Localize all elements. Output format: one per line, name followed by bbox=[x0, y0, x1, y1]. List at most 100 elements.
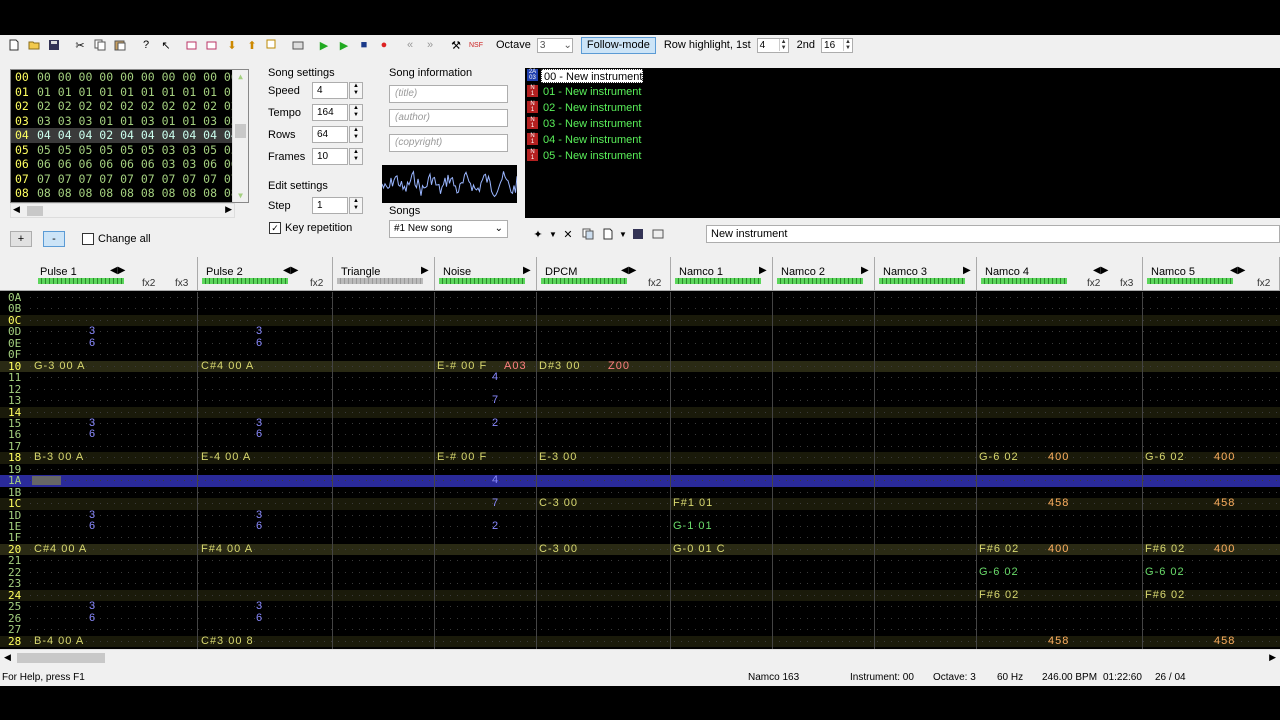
about-icon[interactable]: ? bbox=[136, 36, 156, 54]
pattern-cell[interactable]: B-4 00 A bbox=[34, 635, 84, 647]
pattern-row[interactable]: 19 bbox=[0, 463, 1280, 475]
checkbox-box[interactable] bbox=[82, 233, 94, 245]
row-highlight-1st-spinner[interactable]: 4 ▲ ▼ bbox=[756, 37, 789, 53]
pattern-cell[interactable]: F#6 02 bbox=[1145, 589, 1185, 601]
pattern-cell[interactable]: 2 bbox=[492, 417, 499, 429]
tempo-spin-arrows-icon[interactable]: ▲ ▼ bbox=[349, 104, 363, 121]
pattern-row[interactable]: 16 bbox=[0, 429, 1280, 441]
channel-dpcm[interactable]: DPCM ◀▶ fx2 bbox=[537, 257, 671, 291]
pattern-cell[interactable]: 6 bbox=[256, 520, 263, 532]
pattern-cell[interactable]: 4 bbox=[492, 371, 499, 383]
pattern-cell[interactable]: A03 bbox=[504, 360, 527, 372]
scroll-left-icon[interactable]: ◀ bbox=[13, 204, 20, 215]
scroll-left-icon[interactable]: ◀ bbox=[4, 652, 11, 663]
pattern-cell[interactable]: 458 bbox=[1048, 497, 1069, 509]
pattern-cell[interactable]: E-# 00 F bbox=[437, 451, 487, 463]
remove-instrument-icon[interactable]: ✕ bbox=[558, 225, 578, 243]
channel-expand-icon[interactable]: ▶ bbox=[759, 265, 767, 276]
stop-icon[interactable]: ■ bbox=[354, 36, 374, 54]
step-spin-arrows-icon[interactable]: ▲ ▼ bbox=[349, 197, 363, 214]
instrument-item[interactable]: 01 - New instrument bbox=[541, 85, 641, 99]
frame-row[interactable]: 08 08 08 08 08 08 08 08 08 08 08 bbox=[11, 186, 248, 201]
pattern-cell[interactable]: Z00 bbox=[608, 360, 630, 372]
pattern-row[interactable]: 28 bbox=[0, 635, 1280, 647]
channel-expand-icon[interactable]: ◀▶ bbox=[621, 265, 636, 276]
pattern-row[interactable]: 1A bbox=[0, 475, 1280, 487]
song-select[interactable]: #1 New song ⌄ bbox=[389, 220, 508, 238]
instrument-item[interactable]: 00 - New instrument bbox=[541, 69, 644, 83]
pattern-cell[interactable]: 6 bbox=[89, 337, 96, 349]
instrument-item[interactable]: 04 - New instrument bbox=[541, 133, 641, 147]
frame-row[interactable]: 01 01 01 01 01 01 01 01 01 01 01 bbox=[11, 85, 248, 100]
channel-namco-3[interactable]: Namco 3 ▶ bbox=[875, 257, 977, 291]
pattern-horizontal-scrollbar[interactable]: ◀ ▶ bbox=[0, 649, 1280, 666]
speed-input[interactable]: 4 bbox=[312, 82, 348, 99]
pattern-cell[interactable]: 3 bbox=[89, 600, 96, 612]
pattern-row[interactable]: 23 bbox=[0, 578, 1280, 590]
channel-namco-5[interactable]: Namco 5 ◀▶ fx2 bbox=[1143, 257, 1280, 291]
key-repetition-checkbox[interactable]: ✓ Key repetition bbox=[269, 222, 352, 234]
pattern-row[interactable]: 27 bbox=[0, 624, 1280, 636]
scroll-down-icon[interactable]: ▼ bbox=[233, 191, 248, 200]
frame-list-vertical-scrollbar[interactable]: ▲ ▼ bbox=[232, 70, 248, 202]
pattern-cell[interactable]: 7 bbox=[492, 497, 499, 509]
open-file-icon[interactable] bbox=[24, 36, 44, 54]
pattern-cell[interactable]: C-3 00 bbox=[539, 497, 578, 509]
pattern-row[interactable]: 1E bbox=[0, 521, 1280, 532]
speed-spin-arrows-icon[interactable]: ▲ ▼ bbox=[349, 82, 363, 99]
pattern-cell[interactable]: C#4 00 A bbox=[34, 543, 87, 555]
pattern-row[interactable]: 20 bbox=[0, 543, 1280, 555]
channel-expand-icon[interactable]: ▶ bbox=[963, 265, 971, 276]
channel-expand-icon[interactable]: ▶ bbox=[523, 265, 531, 276]
checkmark-icon[interactable]: ✓ bbox=[269, 222, 281, 234]
scroll-thumb[interactable] bbox=[27, 206, 43, 216]
pattern-cell[interactable]: 6 bbox=[89, 428, 96, 440]
pattern-cell[interactable]: 400 bbox=[1214, 451, 1235, 463]
pattern-row[interactable]: 18 bbox=[0, 452, 1280, 464]
pattern-cell[interactable]: 4 bbox=[492, 474, 499, 486]
scroll-right-icon[interactable]: ▶ bbox=[1269, 652, 1276, 663]
pattern-cell[interactable]: E-# 00 F bbox=[437, 360, 487, 372]
octave-select[interactable]: 3 ⌄ bbox=[536, 37, 573, 53]
cut-icon[interactable]: ✂ bbox=[70, 36, 90, 54]
pattern-cell[interactable]: F#6 02 bbox=[979, 589, 1019, 601]
pattern-cell[interactable]: G-6 02 bbox=[979, 566, 1019, 578]
channel-namco-2[interactable]: Namco 2 ▶ bbox=[773, 257, 875, 291]
pattern-cell[interactable]: B-3 00 A bbox=[34, 451, 84, 463]
pattern-rows[interactable]: 0A 0B 0C 0D 0E 0F 10 11 12 13 14 15 16 17 18 19 1A 1B 1C 1D… bbox=[0, 292, 1280, 649]
pattern-cell[interactable]: 3 bbox=[256, 600, 263, 612]
edit-instrument-icon[interactable] bbox=[648, 225, 668, 243]
pattern-cell[interactable]: 458 bbox=[1214, 497, 1235, 509]
settings-icon[interactable]: ⚒ bbox=[446, 36, 466, 54]
pattern-cell[interactable]: 6 bbox=[256, 428, 263, 440]
pattern-row[interactable]: 0C bbox=[0, 314, 1280, 326]
pattern-cell[interactable]: 2 bbox=[492, 520, 499, 532]
pattern-row[interactable]: 1F bbox=[0, 532, 1280, 544]
instrument-item[interactable]: 02 - New instrument bbox=[541, 101, 641, 115]
channel-namco-1[interactable]: Namco 1 ▶ bbox=[671, 257, 773, 291]
channel-triangle[interactable]: Triangle ▶ bbox=[333, 257, 435, 291]
record-icon[interactable]: ● bbox=[374, 36, 394, 54]
tempo-input[interactable]: 164 bbox=[312, 104, 348, 121]
pattern-cell[interactable]: F#1 01 bbox=[673, 497, 713, 509]
pattern-cell[interactable]: 400 bbox=[1214, 543, 1235, 555]
pattern-cell[interactable]: F#6 02 bbox=[979, 543, 1019, 555]
new-instrument-icon[interactable]: ✦ bbox=[528, 225, 548, 243]
pattern-cell[interactable]: C-3 00 bbox=[539, 543, 578, 555]
clone-instrument-icon[interactable] bbox=[578, 225, 598, 243]
row-highlight-2nd-spinner[interactable]: 16 ▲ ▼ bbox=[821, 37, 854, 53]
pattern-row[interactable]: 0E bbox=[0, 337, 1280, 349]
save-instrument-icon[interactable] bbox=[628, 225, 648, 243]
remove-frame-icon[interactable] bbox=[202, 36, 222, 54]
pattern-cell[interactable]: 6 bbox=[256, 337, 263, 349]
pattern-row[interactable]: 0B bbox=[0, 303, 1280, 315]
pattern-cell[interactable]: G-1 01 bbox=[673, 520, 713, 532]
dropdown-arrow-icon[interactable]: ▼ bbox=[618, 225, 628, 243]
pattern-row[interactable]: 17 bbox=[0, 440, 1280, 452]
spin-arrows-icon[interactable]: ▲ ▼ bbox=[778, 39, 788, 51]
context-help-icon[interactable]: ↖ bbox=[156, 36, 176, 54]
step-input[interactable]: 1 bbox=[312, 197, 348, 214]
channel-noise[interactable]: Noise ▶ bbox=[435, 257, 537, 291]
instrument-item[interactable]: 03 - New instrument bbox=[541, 117, 641, 131]
pattern-cell[interactable]: 400 bbox=[1048, 451, 1069, 463]
